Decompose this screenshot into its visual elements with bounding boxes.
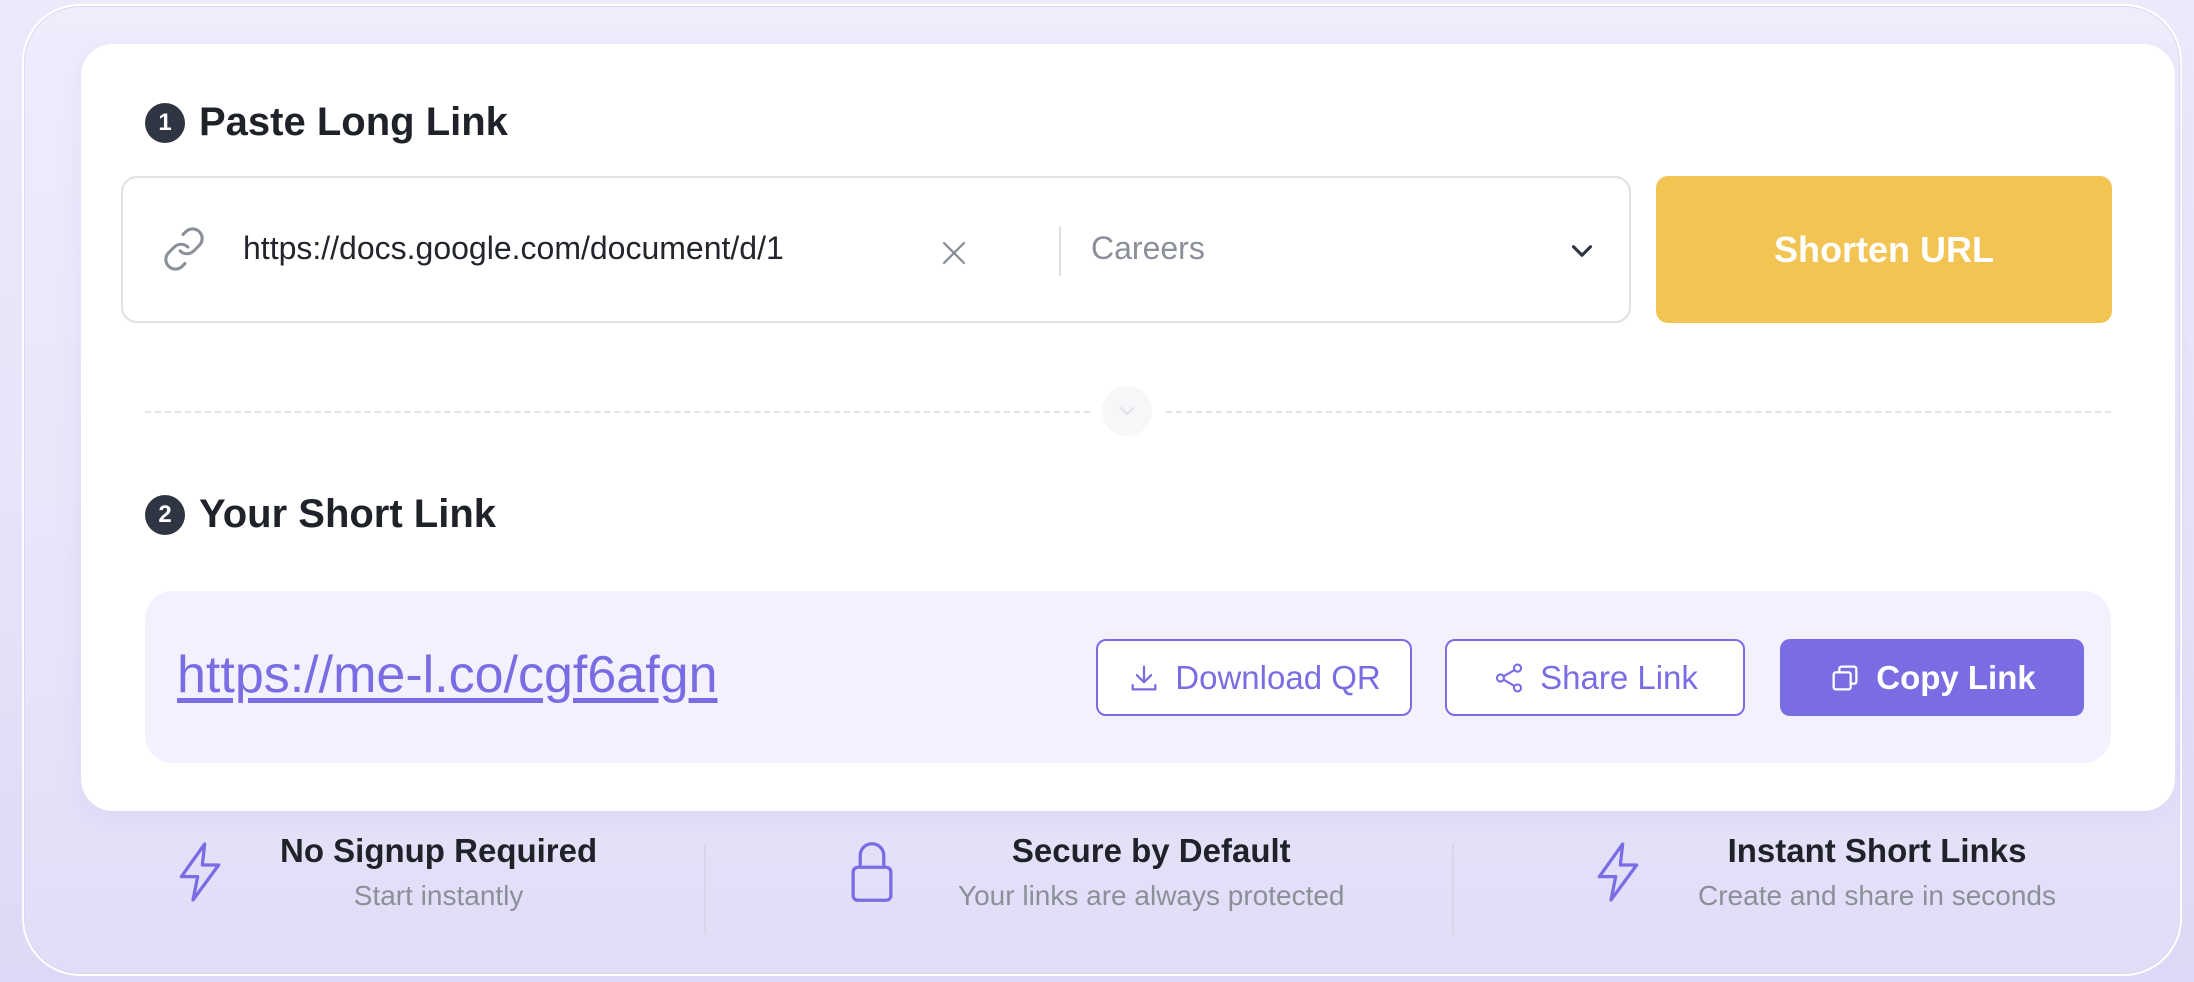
chevron-down-icon (1119, 406, 1135, 416)
lightning-icon (1597, 842, 1639, 902)
feature-instant: Instant Short Links Create and share in … (1590, 832, 2056, 912)
copy-link-button[interactable]: Copy Link (1780, 639, 2084, 716)
section-divider-left (145, 411, 1090, 413)
long-url-input[interactable]: https://docs.google.com/document/d/1IXVn… (243, 230, 783, 267)
feature-divider (1452, 844, 1454, 934)
shortener-card: 1 Paste Long Link https://docs.google.co… (81, 44, 2175, 811)
copy-link-label: Copy Link (1876, 658, 2036, 696)
share-link-label: Share Link (1540, 658, 1698, 696)
share-icon (1496, 662, 1523, 693)
url-input-group: https://docs.google.com/document/d/1IXVn… (121, 176, 1631, 323)
feature-subtitle: Your links are always protected (958, 880, 1345, 911)
step-2-header: 2 Your Short Link (145, 492, 496, 537)
feature-no-signup: No Signup Required Start instantly (172, 832, 597, 912)
step-2-title: Your Short Link (199, 492, 497, 536)
section-divider-right (1166, 411, 2111, 413)
input-divider (1059, 226, 1061, 276)
copy-icon (1832, 665, 1858, 690)
step-1-header: 1 Paste Long Link (145, 100, 508, 145)
share-link-button[interactable]: Share Link (1445, 639, 1745, 716)
category-select[interactable]: Careers (1091, 230, 1205, 267)
feature-secure: Secure by Default Your links are always … (848, 832, 1345, 912)
download-icon (1131, 665, 1157, 690)
step-2-number: 2 (145, 494, 185, 535)
lightning-icon (179, 842, 221, 902)
download-qr-button[interactable]: Download QR (1096, 639, 1412, 716)
feature-subtitle: Start instantly (353, 880, 524, 911)
chevron-down-icon[interactable] (1565, 234, 1599, 268)
page-container: 1 Paste Long Link https://docs.google.co… (22, 4, 2182, 976)
divider-chevron (1102, 386, 1152, 436)
feature-divider (704, 844, 706, 934)
lock-icon (851, 842, 893, 902)
clear-icon[interactable] (937, 236, 971, 270)
download-qr-label: Download QR (1175, 658, 1381, 696)
feature-title: Secure by Default (1011, 832, 1291, 869)
feature-title: No Signup Required (280, 832, 598, 869)
short-link-result: https://me-l.co/cgf6afgn Download QR Sha… (145, 591, 2111, 763)
link-icon (164, 227, 204, 271)
feature-subtitle: Create and share in seconds (1698, 880, 2056, 911)
shorten-url-button[interactable]: Shorten URL (1656, 176, 2112, 323)
step-1-title: Paste Long Link (199, 100, 508, 144)
step-1-number: 1 (145, 102, 185, 143)
short-link[interactable]: https://me-l.co/cgf6afgn (177, 645, 718, 705)
features-bar: No Signup Required Start instantly Secur… (22, 832, 2182, 952)
feature-title: Instant Short Links (1727, 832, 2027, 869)
